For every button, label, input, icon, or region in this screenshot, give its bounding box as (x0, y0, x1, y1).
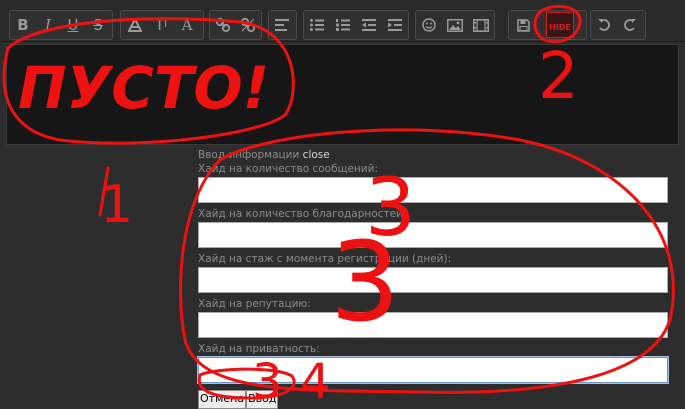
smiley-button[interactable] (418, 14, 440, 36)
numbered-list-button[interactable] (332, 14, 354, 36)
history-group (590, 10, 646, 40)
reputation-label: Хайд на репутацию: (198, 298, 311, 310)
privacy-input[interactable] (198, 357, 668, 383)
dialog-header: Ввод информации close (198, 148, 670, 162)
save-icon (516, 18, 530, 32)
unlink-icon (240, 17, 256, 33)
outdent-button[interactable] (358, 14, 380, 36)
registration-days-input[interactable] (198, 267, 668, 293)
image-icon (447, 18, 463, 32)
italic-button[interactable]: I (37, 14, 59, 36)
undo-button[interactable] (593, 14, 615, 36)
bullet-list-button[interactable] (306, 14, 328, 36)
font-color-icon (128, 18, 142, 32)
submit-button[interactable]: Ввод (246, 389, 279, 409)
dialog-title: Ввод информации (198, 149, 300, 161)
hide-icon: HIDE (546, 12, 574, 38)
outdent-icon (362, 19, 376, 31)
image-button[interactable] (444, 14, 466, 36)
font-size-icon-mark: I (164, 19, 168, 30)
indent-button[interactable] (384, 14, 406, 36)
unlink-button[interactable] (237, 14, 259, 36)
hide-dialog: Ввод информации close Хайд на количество… (198, 148, 670, 409)
thanks-count-input[interactable] (198, 222, 668, 248)
format-group: B I U S (9, 10, 113, 40)
registration-days-label: Хайд на стаж с момента регистрации (дней… (198, 253, 452, 265)
posts-count-label: Хайд на количество сообщений: (198, 163, 378, 175)
list-group (303, 10, 409, 40)
editor-toolbar: B I U S TI A HIDE (0, 0, 685, 42)
hide-button[interactable]: HIDE (545, 12, 575, 38)
font-size-icon: T (154, 16, 165, 34)
remove-format-button[interactable]: A (176, 14, 198, 36)
save-button[interactable] (512, 14, 534, 36)
annotation-arrow-1 (98, 166, 110, 217)
link-button[interactable] (212, 14, 234, 36)
numbered-list-icon (336, 19, 350, 31)
dialog-buttons: Отмена Ввод (198, 387, 670, 409)
underline-button[interactable]: U (62, 14, 84, 36)
strike-button[interactable]: S (87, 14, 109, 36)
align-left-button[interactable] (271, 14, 293, 36)
bold-button[interactable]: B (12, 14, 34, 36)
save-hide-group: HIDE (508, 10, 587, 40)
redo-icon (624, 19, 636, 31)
redo-button[interactable] (619, 14, 641, 36)
undo-icon (598, 19, 610, 31)
media-group (415, 10, 495, 40)
font-size-button[interactable]: TI (150, 14, 172, 36)
bullet-list-icon (310, 19, 324, 31)
posts-count-input[interactable] (198, 177, 668, 203)
video-icon (473, 18, 489, 32)
editor-textarea[interactable] (6, 44, 679, 145)
video-button[interactable] (470, 14, 492, 36)
indent-icon (388, 19, 402, 31)
font-group: TI A (120, 10, 204, 40)
align-group (268, 10, 297, 40)
dialog-close-link[interactable]: close (303, 149, 330, 161)
smiley-icon (422, 18, 436, 32)
cancel-button[interactable]: Отмена (198, 389, 247, 409)
align-left-icon (275, 19, 289, 31)
reputation-input[interactable] (198, 312, 668, 338)
link-group (209, 10, 262, 40)
annotation-mark-1: 1 (100, 175, 133, 235)
link-icon (215, 17, 231, 33)
privacy-label: Хайд на приватность: (198, 343, 320, 355)
font-color-button[interactable] (124, 14, 146, 36)
hide-icon-text: HIDE (549, 23, 571, 32)
thanks-count-label: Хайд на количество благодарностей: (198, 208, 407, 220)
